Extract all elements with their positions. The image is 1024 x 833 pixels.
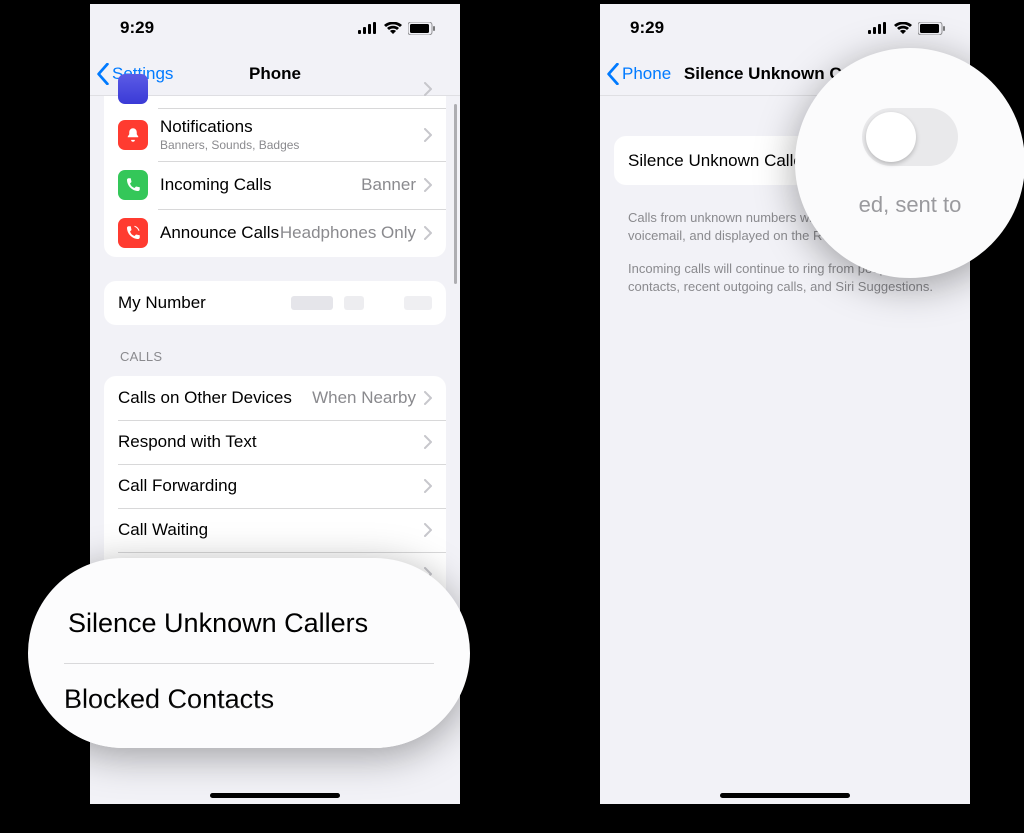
group-phone-top: Notifications Banners, Sounds, Badges In…: [104, 74, 446, 257]
my-number-label: My Number: [118, 293, 291, 313]
chevron-right-icon: [424, 479, 432, 493]
row-call-forwarding[interactable]: Call Forwarding: [104, 464, 446, 508]
status-time: 9:29: [120, 18, 154, 38]
row-respond-with-text[interactable]: Respond with Text: [104, 420, 446, 464]
home-indicator[interactable]: [210, 793, 340, 798]
wifi-icon: [384, 22, 402, 34]
chevron-right-icon: [424, 82, 432, 96]
status-bar: 9:29: [90, 4, 460, 52]
back-button[interactable]: Phone: [606, 63, 671, 85]
status-bar: 9:29: [600, 4, 970, 52]
cellular-signal-icon: [868, 22, 888, 34]
row-announce-calls[interactable]: Announce Calls Headphones Only: [104, 209, 446, 257]
bell-icon: [118, 120, 148, 150]
row-incoming-calls[interactable]: Incoming Calls Banner: [104, 161, 446, 209]
my-number-value-redacted: [291, 294, 432, 312]
callout-toggle-switch: [862, 108, 958, 166]
notifications-sublabel: Banners, Sounds, Badges: [160, 138, 424, 152]
group-my-number: My Number: [104, 281, 446, 325]
status-icons: [358, 22, 436, 35]
announce-calls-value: Headphones Only: [280, 223, 416, 243]
announce-calls-label: Announce Calls: [160, 223, 280, 243]
incoming-calls-label: Incoming Calls: [160, 175, 361, 195]
chevron-right-icon: [424, 391, 432, 405]
battery-icon: [918, 22, 946, 35]
scroll-indicator[interactable]: [454, 104, 457, 284]
row-my-number[interactable]: My Number: [104, 281, 446, 325]
status-time: 9:29: [630, 18, 664, 38]
callout-toggle: ed, sent to: [795, 48, 1024, 278]
chevron-right-icon: [424, 128, 432, 142]
callout-line-1: Silence Unknown Callers: [64, 594, 434, 664]
phone-incoming-icon: [118, 170, 148, 200]
chevron-right-icon: [424, 178, 432, 192]
back-label: Phone: [622, 64, 671, 84]
section-header-calls: CALLS: [120, 349, 430, 364]
chevron-right-icon: [424, 523, 432, 537]
callout-caption: ed, sent to: [849, 192, 972, 218]
notifications-label: Notifications: [160, 117, 424, 137]
incoming-calls-value: Banner: [361, 175, 416, 195]
wifi-icon: [894, 22, 912, 34]
callout-line-2: Blocked Contacts: [64, 664, 434, 715]
row-notifications[interactable]: Notifications Banners, Sounds, Badges: [104, 108, 446, 161]
chevron-right-icon: [424, 226, 432, 240]
cellular-signal-icon: [358, 22, 378, 34]
callout-silence-row: Silence Unknown Callers Blocked Contacts: [28, 558, 470, 748]
row-call-waiting[interactable]: Call Waiting: [104, 508, 446, 552]
generic-app-icon: [118, 74, 148, 104]
phone-announce-icon: [118, 218, 148, 248]
row-calls-other-devices[interactable]: Calls on Other Devices When Nearby: [104, 376, 446, 420]
chevron-right-icon: [424, 435, 432, 449]
status-icons: [868, 22, 946, 35]
battery-icon: [408, 22, 436, 35]
row-cut-top[interactable]: [104, 74, 446, 108]
home-indicator[interactable]: [720, 793, 850, 798]
